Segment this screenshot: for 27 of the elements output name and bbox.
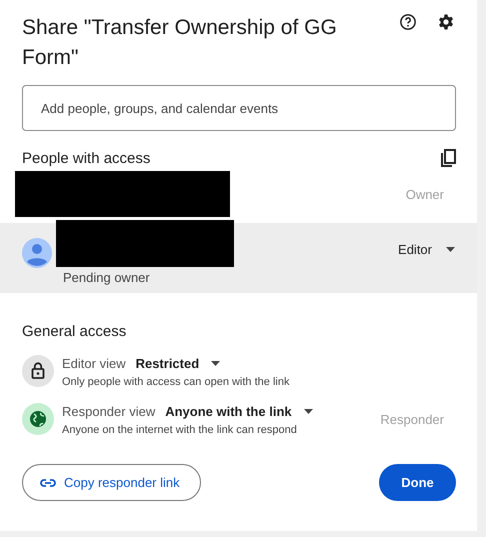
done-button[interactable]: Done [379,464,456,501]
access-label: Editor view [62,356,126,371]
person-status: Pending owner [63,270,151,285]
caret-icon [446,247,455,252]
section-heading: People with access [22,150,150,166]
role-label: Owner [406,186,444,202]
person-row[interactable]: Pending owner Editor [0,223,477,293]
avatar-icon[interactable] [22,238,52,268]
link-icon [40,478,56,486]
globe-icon [22,403,54,435]
add-people-field[interactable]: Add people, groups, and calendar events [22,85,456,131]
caret-icon [211,361,220,366]
copy-link-button[interactable]: Copy responder link [22,464,201,501]
role-label: Responder [380,412,444,426]
access-label: Responder view [62,404,156,419]
access-dropdown[interactable]: Anyone with the link [165,402,313,421]
dialog-title: Share "Transfer Ownership of GG Form" [22,15,338,71]
access-description: Only people with access can open with the link [62,376,290,388]
access-description: Anyone on the internet with the link can respond [62,424,298,436]
role-dropdown[interactable]: Editor [398,238,455,261]
lock-icon [22,355,54,387]
caret-icon [304,409,313,414]
help-icon[interactable] [399,13,417,31]
copy-icon[interactable] [441,149,457,167]
settings-icon[interactable] [437,13,455,31]
section-heading: General access [22,323,128,340]
access-dropdown[interactable]: Restricted [136,354,220,373]
